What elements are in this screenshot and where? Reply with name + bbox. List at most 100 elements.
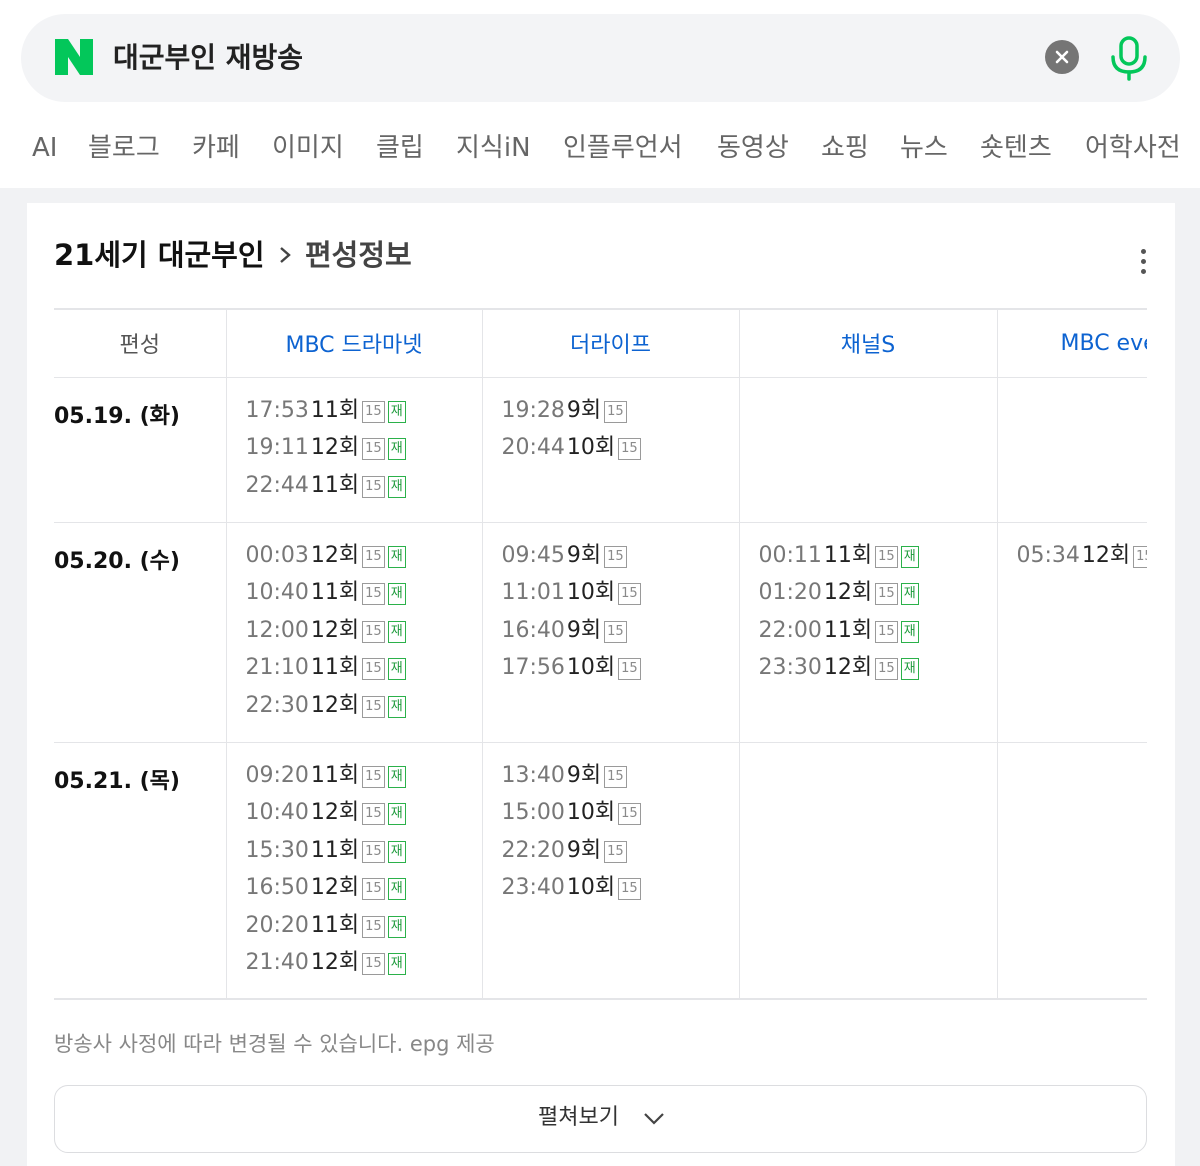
episode-number: 11회 (310, 397, 360, 423)
broadcast-entry[interactable]: 19:289회 15 (502, 397, 739, 435)
tab-shortents[interactable]: 숏텐츠 (980, 126, 1052, 170)
schedule-cell: 00:1111회 15 재 01:2012회 15 재 22:0011회 15 재 23:3012… (738, 521, 998, 743)
broadcast-entry[interactable]: 15:0010회 15 (502, 799, 739, 837)
mic-icon[interactable] (1107, 34, 1151, 82)
broadcast-entry[interactable]: 22:209회 15 (502, 837, 739, 875)
rerun-badge: 재 (387, 803, 406, 825)
broadcast-entry[interactable]: 16:409회 15 (502, 617, 739, 655)
broadcast-time: 20:20 (245, 912, 309, 938)
episode-number: 10회 (566, 875, 616, 900)
card-subtitle[interactable]: 편성정보 (305, 235, 412, 275)
age-rating-badge: 15 (604, 840, 627, 863)
broadcast-time: 09:20 (245, 762, 309, 788)
rerun-badge: 재 (387, 438, 406, 460)
episode-number: 9회 (566, 762, 602, 788)
broadcast-time: 17:56 (501, 655, 565, 680)
broadcast-entry[interactable]: 05:3412회15 (1017, 542, 1147, 580)
notice-text: 방송사 사정에 따라 변경될 수 있습니다. epg 제공 (54, 1032, 495, 1056)
tab-news[interactable]: 뉴스 (900, 126, 948, 170)
broadcast-entry[interactable]: 19:1112회 15 재 (246, 434, 482, 472)
broadcast-entry[interactable]: 17:5311회 15 재 (246, 397, 482, 435)
episode-number: 11회 (310, 762, 360, 788)
tab-kin[interactable]: 지식iN (456, 126, 531, 170)
rerun-badge: 재 (387, 695, 406, 718)
episode-number: 12회 (823, 580, 873, 605)
broadcast-time: 17:53 (245, 397, 309, 423)
broadcast-entry[interactable]: 00:0312회 15 재 (246, 542, 482, 580)
more-button[interactable] (1133, 247, 1153, 277)
tab-cafe[interactable]: 카페 (192, 126, 240, 170)
broadcast-time: 21:40 (245, 950, 309, 975)
search-query[interactable]: 대군부인 재방송 (113, 38, 303, 78)
broadcast-entry[interactable]: 10:4011회 15 재 (246, 579, 482, 617)
broadcast-entry[interactable]: 23:3012회 15 재 (759, 654, 997, 692)
episode-number: 12회 (310, 692, 360, 718)
broadcast-entry[interactable]: 20:2011회 15 재 (246, 912, 482, 950)
broadcast-entry[interactable]: 22:4411회 15 재 (246, 472, 482, 510)
channel-header[interactable]: MBC 드라마넷 (225, 308, 483, 378)
broadcast-entry[interactable]: 11:0110회 15 (502, 579, 739, 617)
tab-blog[interactable]: 블로그 (88, 126, 160, 170)
schedule-cell: 17:5311회 15 재 19:1112회 15 재 22:4411회 15 재 (225, 376, 483, 523)
naver-logo[interactable] (55, 39, 93, 75)
channel-header[interactable]: 더라이프 (481, 308, 740, 378)
tab-influencer[interactable]: 인플루언서 (563, 126, 683, 170)
tab-shopping[interactable]: 쇼핑 (821, 126, 869, 170)
age-rating-badge: 15 (618, 878, 641, 900)
broadcast-entry[interactable]: 01:2012회 15 재 (759, 579, 997, 617)
broadcast-entry[interactable]: 23:4010회 15 (502, 874, 739, 912)
episode-number: 11회 (310, 580, 360, 605)
broadcast-entry[interactable]: 15:3011회 15 재 (246, 837, 482, 875)
tab-clip[interactable]: 클립 (376, 126, 424, 170)
schedule-cell: 09:2011회 15 재 10:4012회 15 재 15:3011회 15 재 16:5012… (225, 741, 483, 1000)
broadcast-entry[interactable]: 21:1011회 15 재 (246, 654, 482, 692)
expand-button[interactable]: 펼쳐보기 (54, 1085, 1147, 1153)
clear-search-button[interactable] (1045, 40, 1079, 74)
broadcast-entry[interactable]: 12:0012회 15 재 (246, 617, 482, 655)
rerun-badge: 재 (387, 545, 406, 568)
episode-number: 11회 (823, 617, 873, 643)
search-bar[interactable]: 대군부인 재방송 (21, 14, 1180, 102)
age-rating-badge: 15 (604, 620, 627, 643)
rerun-badge: 재 (387, 765, 406, 788)
chevron-right-icon (280, 247, 291, 263)
channel-header[interactable]: MBC every1 (996, 308, 1147, 378)
episode-number: 9회 (566, 542, 602, 568)
schedule-table-wrap[interactable]: 편성 MBC 드라마넷 더라이프 채널S MBC every1 05.19. (… (54, 308, 1147, 1001)
broadcast-entry[interactable]: 00:1111회 15 재 (759, 542, 997, 580)
age-rating-badge: 15 (362, 438, 385, 460)
chevron-down-icon (644, 1113, 664, 1125)
broadcast-entry[interactable]: 10:4012회 15 재 (246, 799, 482, 837)
broadcast-entry[interactable]: 22:3012회 15 재 (246, 692, 482, 730)
broadcast-entry[interactable]: 22:0011회 15 재 (759, 617, 997, 655)
tab-video[interactable]: 동영상 (717, 126, 789, 170)
broadcast-entry[interactable]: 16:5012회 15 재 (246, 874, 482, 912)
broadcast-entry[interactable]: 09:459회 15 (502, 542, 739, 580)
tab-image[interactable]: 이미지 (272, 126, 344, 170)
age-rating-badge: 15 (362, 400, 385, 423)
broadcast-time: 10:40 (245, 800, 309, 825)
broadcast-entry[interactable]: 21:4012회 15 재 (246, 949, 482, 987)
broadcast-entry[interactable]: 17:5610회 15 (502, 654, 739, 692)
channel-header[interactable]: 채널S (738, 308, 998, 378)
broadcast-entry[interactable]: 09:2011회 15 재 (246, 762, 482, 800)
age-rating-badge: 15 (362, 658, 385, 680)
broadcast-time: 09:45 (501, 542, 565, 568)
tab-ai[interactable]: AI (32, 126, 57, 170)
card-title[interactable]: 21세기 대군부인 (54, 235, 265, 275)
rerun-badge: 재 (387, 953, 406, 975)
episode-number: 12회 (310, 542, 360, 568)
rerun-badge: 재 (900, 658, 919, 680)
tab-dictionary[interactable]: 어학사전 (1085, 126, 1181, 170)
rerun-badge: 재 (387, 620, 406, 643)
episode-number: 11회 (823, 542, 873, 568)
broadcast-entry[interactable]: 20:4410회 15 (502, 434, 739, 472)
date-label: 05.20. (수) (54, 521, 227, 743)
broadcast-entry[interactable]: 13:409회 15 (502, 762, 739, 800)
broadcast-time: 16:40 (501, 617, 565, 643)
age-rating-badge: 15 (362, 915, 385, 938)
broadcast-time: 23:40 (501, 875, 565, 900)
broadcast-time: 22:00 (758, 617, 822, 643)
episode-number: 11회 (310, 472, 360, 498)
age-rating-badge: 15 (875, 545, 898, 568)
